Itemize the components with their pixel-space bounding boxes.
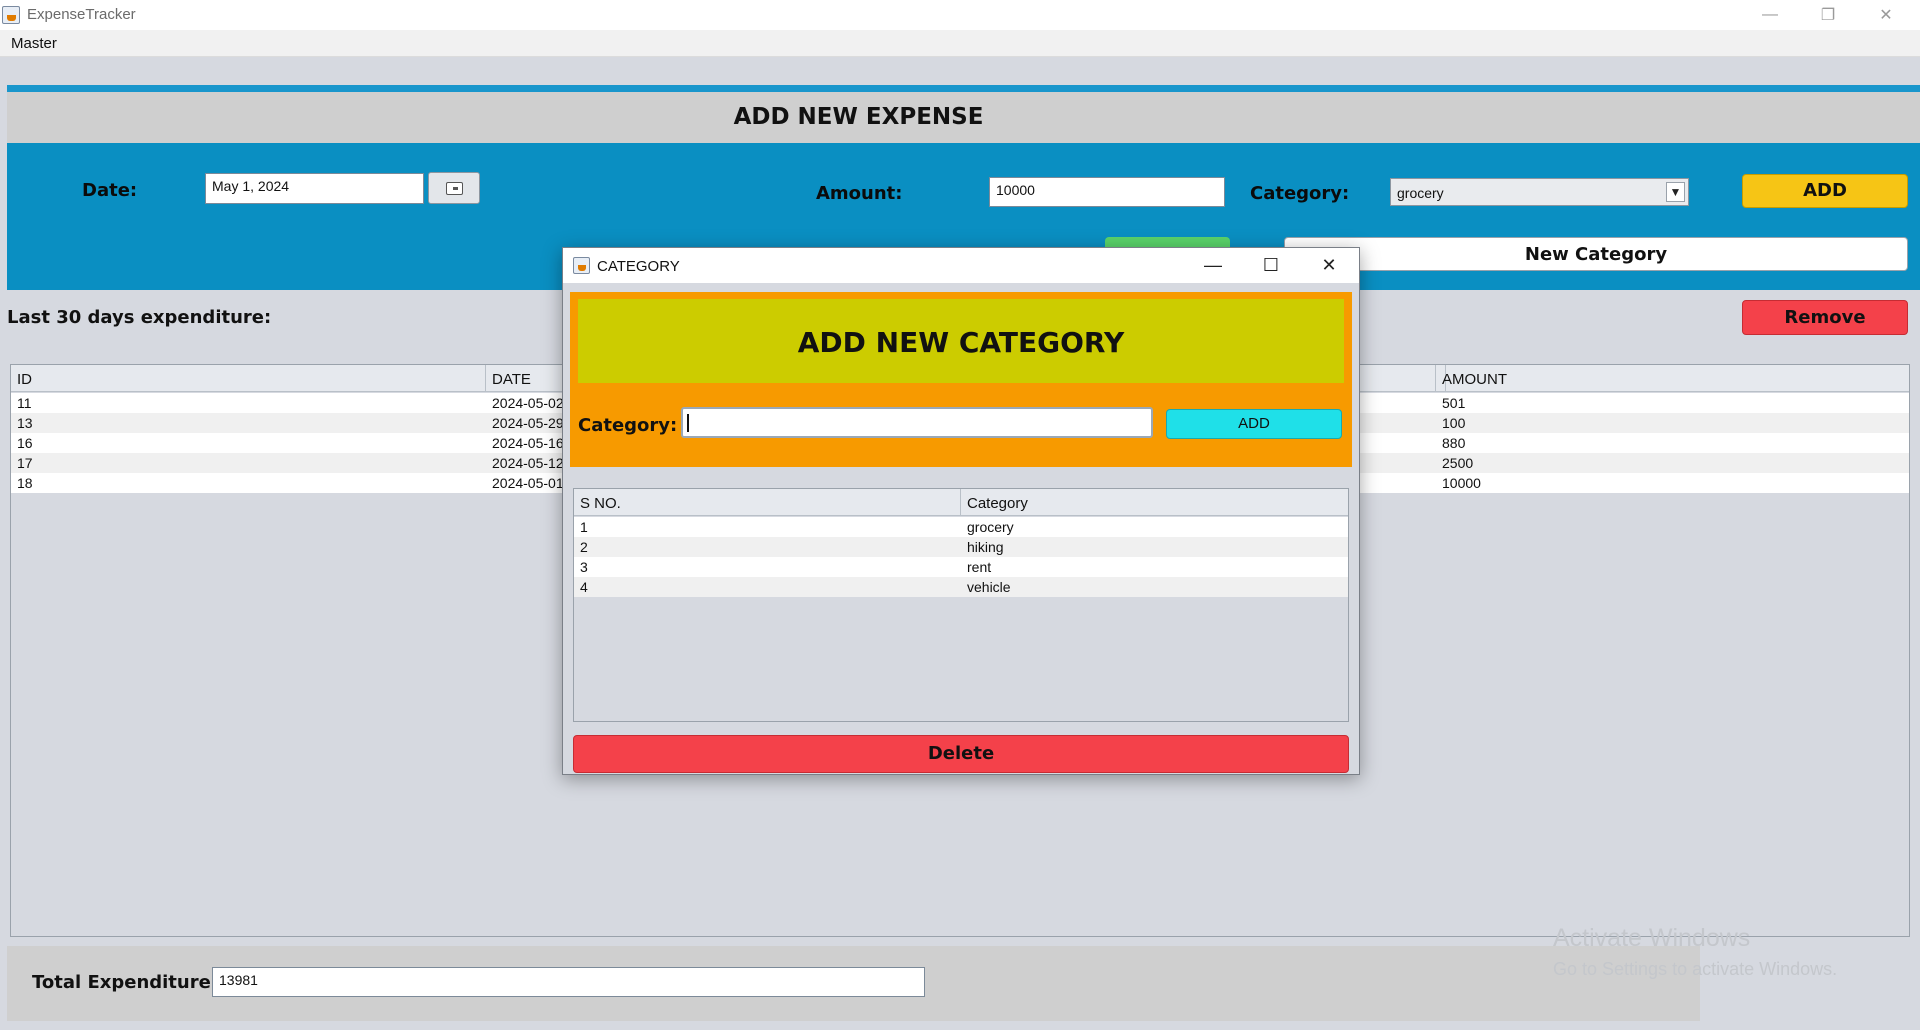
- cell-amount: 10000: [1442, 475, 1481, 491]
- new-category-button[interactable]: New Category: [1284, 237, 1908, 271]
- column-header-amount[interactable]: AMOUNT: [1435, 365, 1909, 392]
- remove-button[interactable]: Remove: [1742, 300, 1908, 335]
- cell-sno: 2: [580, 539, 588, 555]
- column-header-id[interactable]: ID: [11, 365, 486, 392]
- app-icon: [573, 257, 590, 274]
- maximize-icon[interactable]: ☐: [1242, 248, 1300, 283]
- minimize-icon[interactable]: —: [1741, 0, 1799, 30]
- window-title: ExpenseTracker: [27, 6, 136, 23]
- cell-category: grocery: [967, 519, 1014, 535]
- date-picker-button[interactable]: [428, 172, 480, 204]
- cell-id: 16: [17, 435, 33, 451]
- calendar-icon: [446, 182, 463, 195]
- close-icon[interactable]: ✕: [1300, 248, 1358, 283]
- amount-field[interactable]: 10000: [989, 177, 1225, 207]
- activation-watermark-title: Activate Windows: [1553, 924, 1751, 952]
- delete-category-button[interactable]: Delete: [573, 735, 1349, 773]
- chevron-down-icon[interactable]: ▼: [1666, 182, 1685, 202]
- cell-sno: 3: [580, 559, 588, 575]
- restore-icon[interactable]: ❐: [1799, 0, 1857, 30]
- category-dialog[interactable]: CATEGORY — ☐ ✕ ADD NEW CATEGORY Category…: [562, 247, 1360, 775]
- table-row[interactable]: 4 vehicle: [574, 577, 1348, 597]
- cell-category: vehicle: [967, 579, 1011, 595]
- text-cursor: [687, 414, 689, 432]
- cell-id: 17: [17, 455, 33, 471]
- app-icon: [2, 6, 20, 24]
- column-header-sno[interactable]: S NO.: [574, 489, 961, 516]
- cell-id: 13: [17, 415, 33, 431]
- new-category-input[interactable]: [681, 407, 1153, 438]
- cell-amount: 100: [1442, 415, 1466, 431]
- total-expenditure-label: Total Expenditure:: [32, 972, 219, 993]
- table-header: S NO. Category: [574, 489, 1348, 516]
- total-expenditure-field[interactable]: 13981: [212, 967, 925, 997]
- amount-label: Amount:: [816, 183, 903, 204]
- last-30-days-label: Last 30 days expenditure:: [7, 307, 272, 328]
- column-header-category[interactable]: Category: [961, 489, 1348, 516]
- cell-amount: 880: [1442, 435, 1466, 451]
- cell-sno: 4: [580, 579, 588, 595]
- window-titlebar: ExpenseTracker — ❐ ✕: [0, 0, 1920, 30]
- cell-date: 2024-05-16: [492, 435, 564, 451]
- close-icon[interactable]: ✕: [1857, 0, 1915, 30]
- menu-master[interactable]: Master: [11, 35, 57, 52]
- table-row[interactable]: 1 grocery: [574, 517, 1348, 537]
- category-label: Category:: [1250, 183, 1350, 204]
- cell-amount: 501: [1442, 395, 1466, 411]
- cell-amount: 2500: [1442, 455, 1474, 471]
- dialog-titlebar[interactable]: CATEGORY — ☐ ✕: [563, 248, 1359, 283]
- cell-date: 2024-05-12: [492, 455, 564, 471]
- add-expense-button[interactable]: ADD: [1742, 174, 1908, 208]
- date-label: Date:: [82, 180, 138, 201]
- cell-date: 2024-05-01: [492, 475, 564, 491]
- minimize-icon[interactable]: —: [1184, 248, 1242, 283]
- page-title: ADD NEW EXPENSE: [733, 104, 984, 130]
- dialog-title: CATEGORY: [597, 258, 680, 275]
- category-table[interactable]: S NO. Category 1 grocery 2 hiking 3 rent…: [573, 488, 1349, 722]
- cell-id: 18: [17, 475, 33, 491]
- add-category-button[interactable]: ADD: [1166, 409, 1342, 439]
- cell-category: rent: [967, 559, 992, 575]
- category-select[interactable]: grocery ▼: [1390, 178, 1689, 206]
- table-row[interactable]: 3 rent: [574, 557, 1348, 577]
- cell-date: 2024-05-29: [492, 415, 564, 431]
- cell-category: hiking: [967, 539, 1004, 555]
- cell-date: 2024-05-02: [492, 395, 564, 411]
- table-row[interactable]: 2 hiking: [574, 537, 1348, 557]
- category-select-value: grocery: [1397, 185, 1444, 201]
- dialog-category-label: Category:: [578, 415, 678, 436]
- activation-watermark-subtitle: Go to Settings to activate Windows.: [1553, 959, 1838, 979]
- dialog-heading: ADD NEW CATEGORY: [797, 326, 1125, 359]
- menu-bar: Master: [0, 30, 1920, 57]
- header-accent-line: [7, 85, 1920, 92]
- cell-sno: 1: [580, 519, 588, 535]
- cell-id: 11: [17, 395, 32, 411]
- date-field[interactable]: May 1, 2024: [205, 173, 424, 204]
